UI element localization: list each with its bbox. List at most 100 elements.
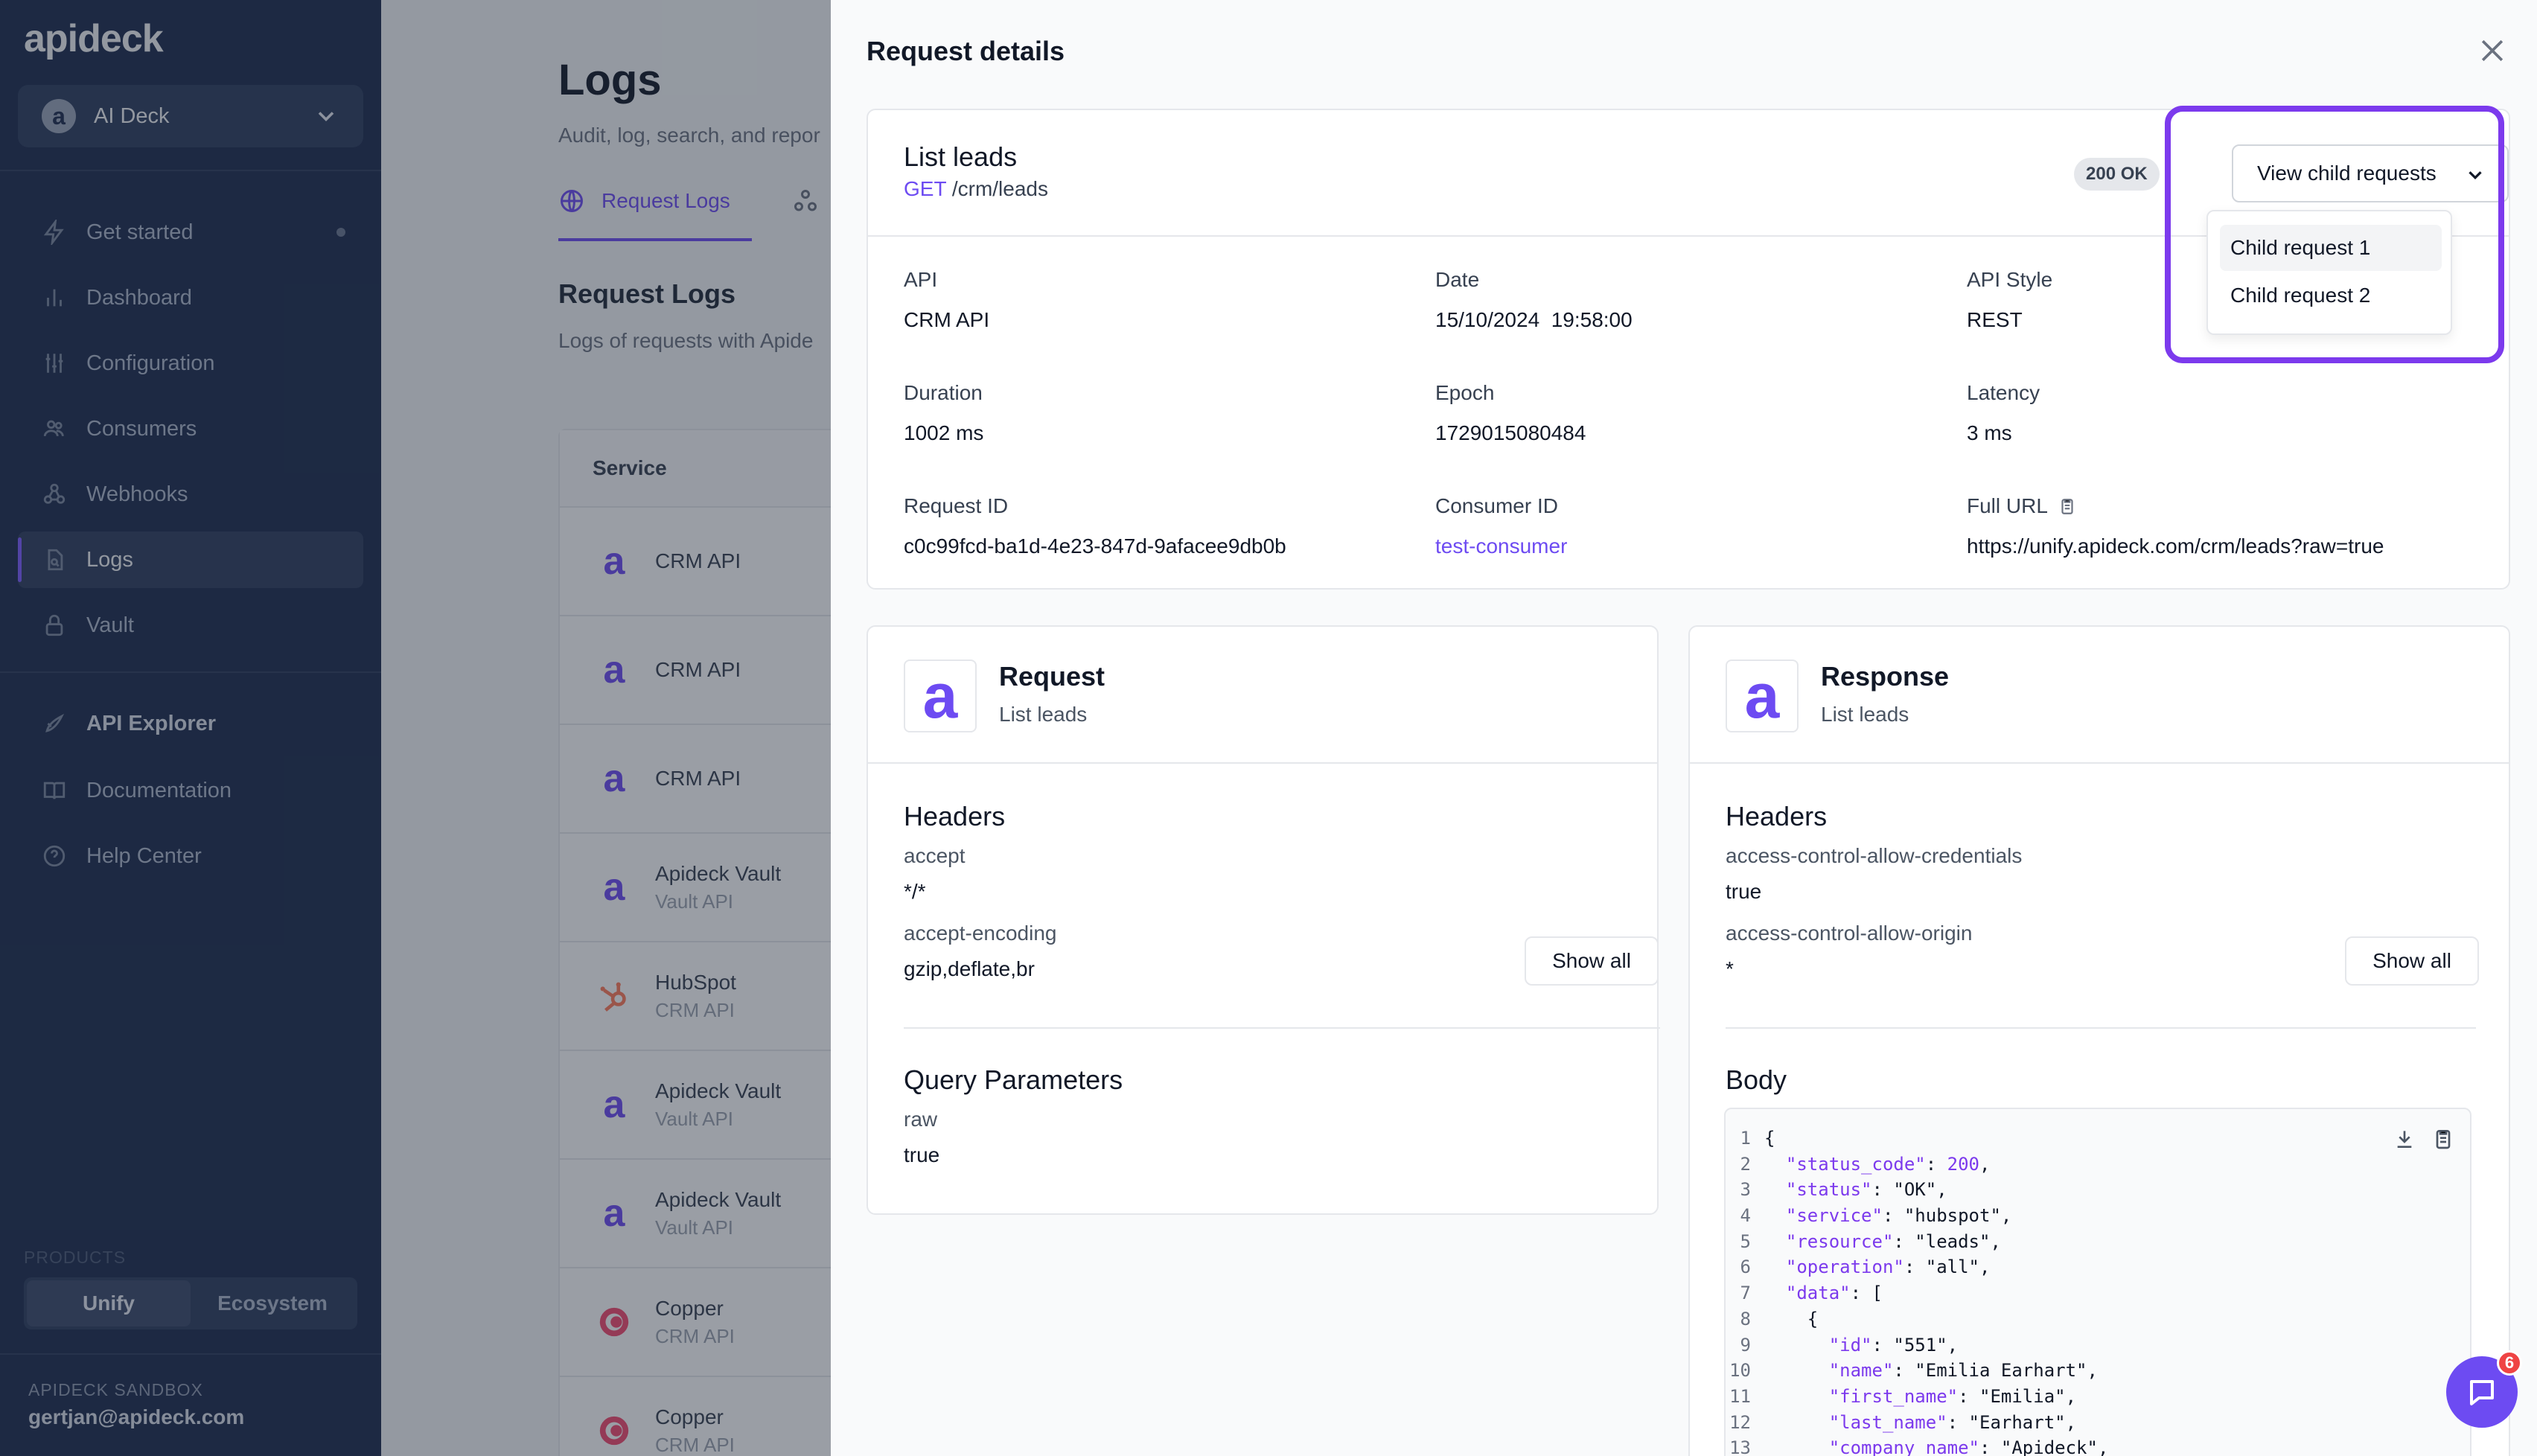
modal-backdrop[interactable]	[0, 0, 831, 1456]
clipboard-icon[interactable]	[2431, 1127, 2455, 1151]
line-text: "service": "hubspot",	[1785, 1205, 2012, 1227]
field-consumer-id: Consumer ID test-consumer	[1435, 494, 1567, 558]
line-number: 3	[1740, 1179, 1751, 1201]
header-key: access-control-allow-origin	[1726, 922, 1973, 945]
show-all-button[interactable]: Show all	[2345, 936, 2479, 986]
download-icon[interactable]	[2393, 1127, 2416, 1151]
header-value: *	[1726, 957, 1734, 980]
line-number: 8	[1740, 1308, 1751, 1329]
request-card: a Request List leads Headers accept */* …	[867, 625, 1660, 1215]
chat-notification-badge: 6	[2497, 1350, 2522, 1376]
code-line: 12 "last_name": "Earhart",	[1726, 1410, 2470, 1436]
section-divider	[904, 1027, 1660, 1029]
code-line: 9 "id": "551",	[1726, 1332, 2470, 1358]
field-label: Full URL	[1967, 494, 2384, 518]
line-text: "operation": "all",	[1785, 1257, 1991, 1278]
field-label: Consumer ID	[1435, 494, 1558, 517]
code-line: 5 "resource": "leads",	[1726, 1229, 2470, 1255]
field-value: CRM API	[904, 308, 990, 331]
operation-name: List leads	[904, 141, 1018, 172]
show-all-button[interactable]: Show all	[1525, 936, 1659, 986]
line-number: 4	[1740, 1205, 1751, 1227]
request-title: Request	[999, 661, 1105, 692]
line-text: {	[1764, 1308, 1819, 1329]
line-text: "first_name": "Emilia",	[1828, 1385, 2077, 1407]
header-value: gzip,deflate,br	[904, 957, 1035, 980]
code-lines: 1{2 "status_code": 200, 3 "status": "OK",…	[1726, 1109, 2470, 1456]
line-number: 6	[1740, 1257, 1751, 1278]
clipboard-icon[interactable]	[2058, 496, 2077, 516]
code-line: 1{	[1726, 1125, 2470, 1152]
field-label: Duration	[904, 381, 983, 404]
code-line: 10 "name": "Emilia Earhart",	[1726, 1358, 2470, 1384]
response-title: Response	[1821, 661, 1950, 692]
line-number: 12	[1729, 1411, 1751, 1433]
code-line: 7 "data": [	[1726, 1280, 2470, 1306]
http-method: GET	[904, 177, 947, 200]
highlight-annotation	[2165, 106, 2504, 363]
field-value: 15/10/2024 19:58:00	[1435, 308, 1633, 331]
header-key: access-control-allow-credentials	[1726, 844, 2023, 867]
line-text: {	[1764, 1128, 1775, 1149]
code-actions	[2393, 1127, 2455, 1151]
body-title: Body	[1726, 1064, 1787, 1095]
field-api: API CRM API	[904, 268, 989, 332]
field-latency: Latency 3 ms	[1967, 381, 2040, 445]
field-value: REST	[1967, 308, 2023, 331]
line-text: "data": [	[1785, 1283, 1883, 1304]
close-icon[interactable]	[2476, 34, 2509, 67]
line-number: 10	[1729, 1360, 1751, 1382]
line-number: 11	[1729, 1385, 1751, 1407]
field-value: c0c99fcd-ba1d-4e23-847d-9afacee9db0b	[904, 534, 1286, 558]
chat-icon	[2470, 1380, 2494, 1405]
field-value: 1729015080484	[1435, 421, 1586, 444]
field-value: 3 ms	[1967, 421, 2012, 444]
field-date: Date 15/10/2024 19:58:00	[1435, 268, 1633, 332]
request-path: GET /crm/leads	[904, 177, 1048, 201]
code-line: 13 "company_name": "Apideck",	[1726, 1435, 2470, 1456]
line-number: 1	[1740, 1128, 1751, 1149]
field-value: 1002 ms	[904, 421, 984, 444]
response-subtitle: List leads	[1821, 703, 1909, 726]
response-body-code[interactable]: 1{2 "status_code": 200, 3 "status": "OK",…	[1724, 1108, 2471, 1456]
apideck-logo-icon: a	[904, 660, 977, 732]
field-epoch: Epoch 1729015080484	[1435, 381, 1586, 445]
field-label: Date	[1435, 268, 1480, 291]
line-text: "last_name": "Earhart",	[1828, 1411, 2077, 1433]
code-line: 6 "operation": "all",	[1726, 1254, 2470, 1280]
field-label: API Style	[1967, 268, 2053, 291]
line-number: 2	[1740, 1153, 1751, 1175]
field-label: Epoch	[1435, 381, 1495, 404]
code-line: 8 {	[1726, 1306, 2470, 1332]
line-text: "id": "551",	[1828, 1334, 1959, 1356]
field-label: Request ID	[904, 494, 1009, 517]
response-card-header: a Response List leads	[1690, 627, 2509, 764]
section-divider	[1726, 1027, 2476, 1029]
line-number: 5	[1740, 1230, 1751, 1252]
chat-launcher-button[interactable]: 6	[2446, 1350, 2522, 1428]
code-line: 3 "status": "OK",	[1726, 1177, 2470, 1203]
code-line: 2 "status_code": 200,	[1726, 1152, 2470, 1178]
field-label-text: Full URL	[1967, 494, 2047, 517]
field-request-id: Request ID c0c99fcd-ba1d-4e23-847d-9aface…	[904, 494, 1286, 558]
line-text: "company_name": "Apideck",	[1828, 1437, 2109, 1456]
code-line: 4 "service": "hubspot",	[1726, 1203, 2470, 1229]
line-text: "resource": "leads",	[1785, 1230, 2001, 1252]
field-label: API	[904, 268, 938, 291]
field-value: https://unify.apideck.com/crm/leads?raw=…	[1967, 534, 2384, 558]
response-headers-title: Headers	[1726, 801, 1828, 831]
request-card-header: a Request List leads	[868, 627, 1657, 764]
query-key: raw	[904, 1108, 938, 1131]
consumer-link[interactable]: test-consumer	[1435, 534, 1567, 558]
line-number: 9	[1740, 1334, 1751, 1356]
header-key: accept	[904, 844, 966, 867]
field-label: Latency	[1967, 381, 2040, 404]
line-text: "status_code": 200,	[1785, 1153, 1991, 1175]
field-api-style: API Style REST	[1967, 268, 2052, 332]
request-headers-title: Headers	[904, 801, 1006, 831]
header-value: true	[1726, 880, 1762, 903]
apideck-logo-icon: a	[1726, 660, 1799, 732]
request-subtitle: List leads	[999, 703, 1088, 726]
line-number: 13	[1729, 1437, 1751, 1456]
status-badge: 200 OK	[2074, 158, 2160, 191]
